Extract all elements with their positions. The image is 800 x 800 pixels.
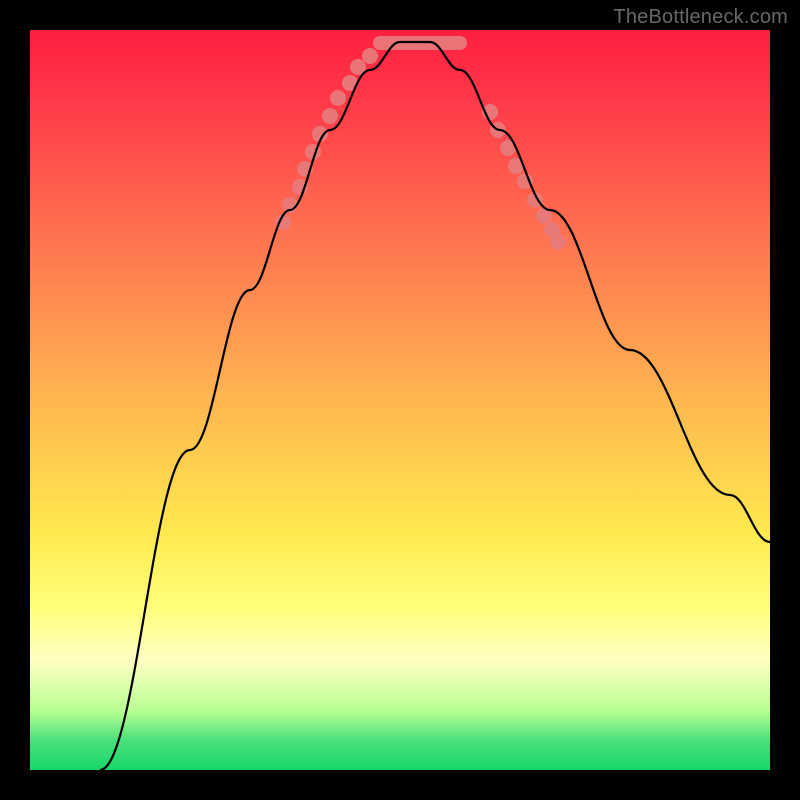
highlight-dot [330,90,346,106]
watermark-text: TheBottleneck.com [613,6,788,29]
plot-area [30,30,770,770]
right-branch-dots [482,104,566,250]
highlight-dot [550,234,566,250]
outer-frame: TheBottleneck.com [0,0,800,800]
bottleneck-curve [100,42,770,770]
highlight-dot [322,108,338,124]
highlight-dot [362,48,378,64]
curve-layer [30,30,770,770]
